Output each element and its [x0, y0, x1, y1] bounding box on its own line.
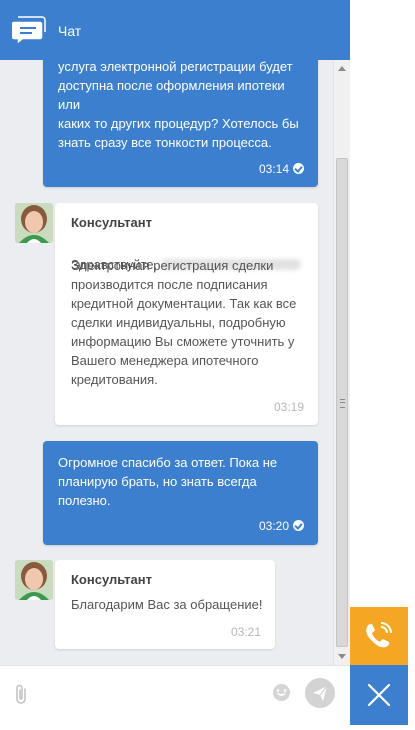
chat-bubble-icon	[12, 16, 46, 47]
sender-name: Консультант	[71, 215, 152, 230]
smiley-icon[interactable]	[273, 684, 290, 701]
message-text: Благодарим Вас за обращение!	[71, 597, 263, 612]
chat-header: Чат	[0, 0, 350, 60]
outgoing-message: Огромное спасибо за ответ. Пока не плани…	[43, 441, 318, 545]
incoming-message: Консультант Благодарим Вас за обращение!…	[55, 560, 275, 649]
avatar	[15, 203, 53, 243]
scrollbar-thumb[interactable]	[336, 158, 348, 647]
paper-plane-icon	[313, 685, 328, 701]
message-meta: 03:14	[259, 162, 304, 176]
consultant-photo	[15, 560, 53, 600]
send-button[interactable]	[305, 678, 335, 708]
check-circle-icon	[293, 163, 304, 174]
avatar	[15, 560, 53, 600]
phone-icon	[366, 622, 392, 648]
close-icon	[367, 683, 391, 707]
close-button[interactable]	[350, 665, 408, 725]
message-text: услуга электронной регистрации будет дос…	[58, 59, 299, 150]
chat-title: Чат	[58, 23, 82, 39]
chat-scrollbar[interactable]	[333, 60, 350, 665]
scroll-down-arrow[interactable]	[338, 654, 346, 659]
sender-name: Консультант	[71, 572, 152, 587]
message-time: 03:19	[273, 400, 304, 414]
incoming-message: Консультант Здравствуйте, Электронная ре…	[55, 203, 318, 425]
message-time: 03:21	[230, 625, 261, 639]
message-text: Электронная регистрация сделки производи…	[71, 258, 297, 387]
outgoing-message: услуга электронной регистрации будет дос…	[43, 45, 318, 187]
paperclip-icon[interactable]	[14, 684, 30, 706]
message-input-bar[interactable]	[0, 665, 350, 725]
message-meta: 03:20	[259, 519, 304, 533]
chat-widget: Чат услуга электронной регистрации будет…	[0, 0, 350, 725]
consultant-photo	[15, 203, 53, 243]
scrollbar-grip	[340, 399, 345, 408]
check-circle-icon	[293, 520, 304, 531]
message-text: Огромное спасибо за ответ. Пока не плани…	[58, 455, 278, 508]
message-time: 03:14	[258, 162, 289, 176]
message-time: 03:20	[258, 519, 289, 533]
call-button[interactable]	[350, 607, 408, 665]
scroll-up-arrow[interactable]	[338, 66, 346, 71]
